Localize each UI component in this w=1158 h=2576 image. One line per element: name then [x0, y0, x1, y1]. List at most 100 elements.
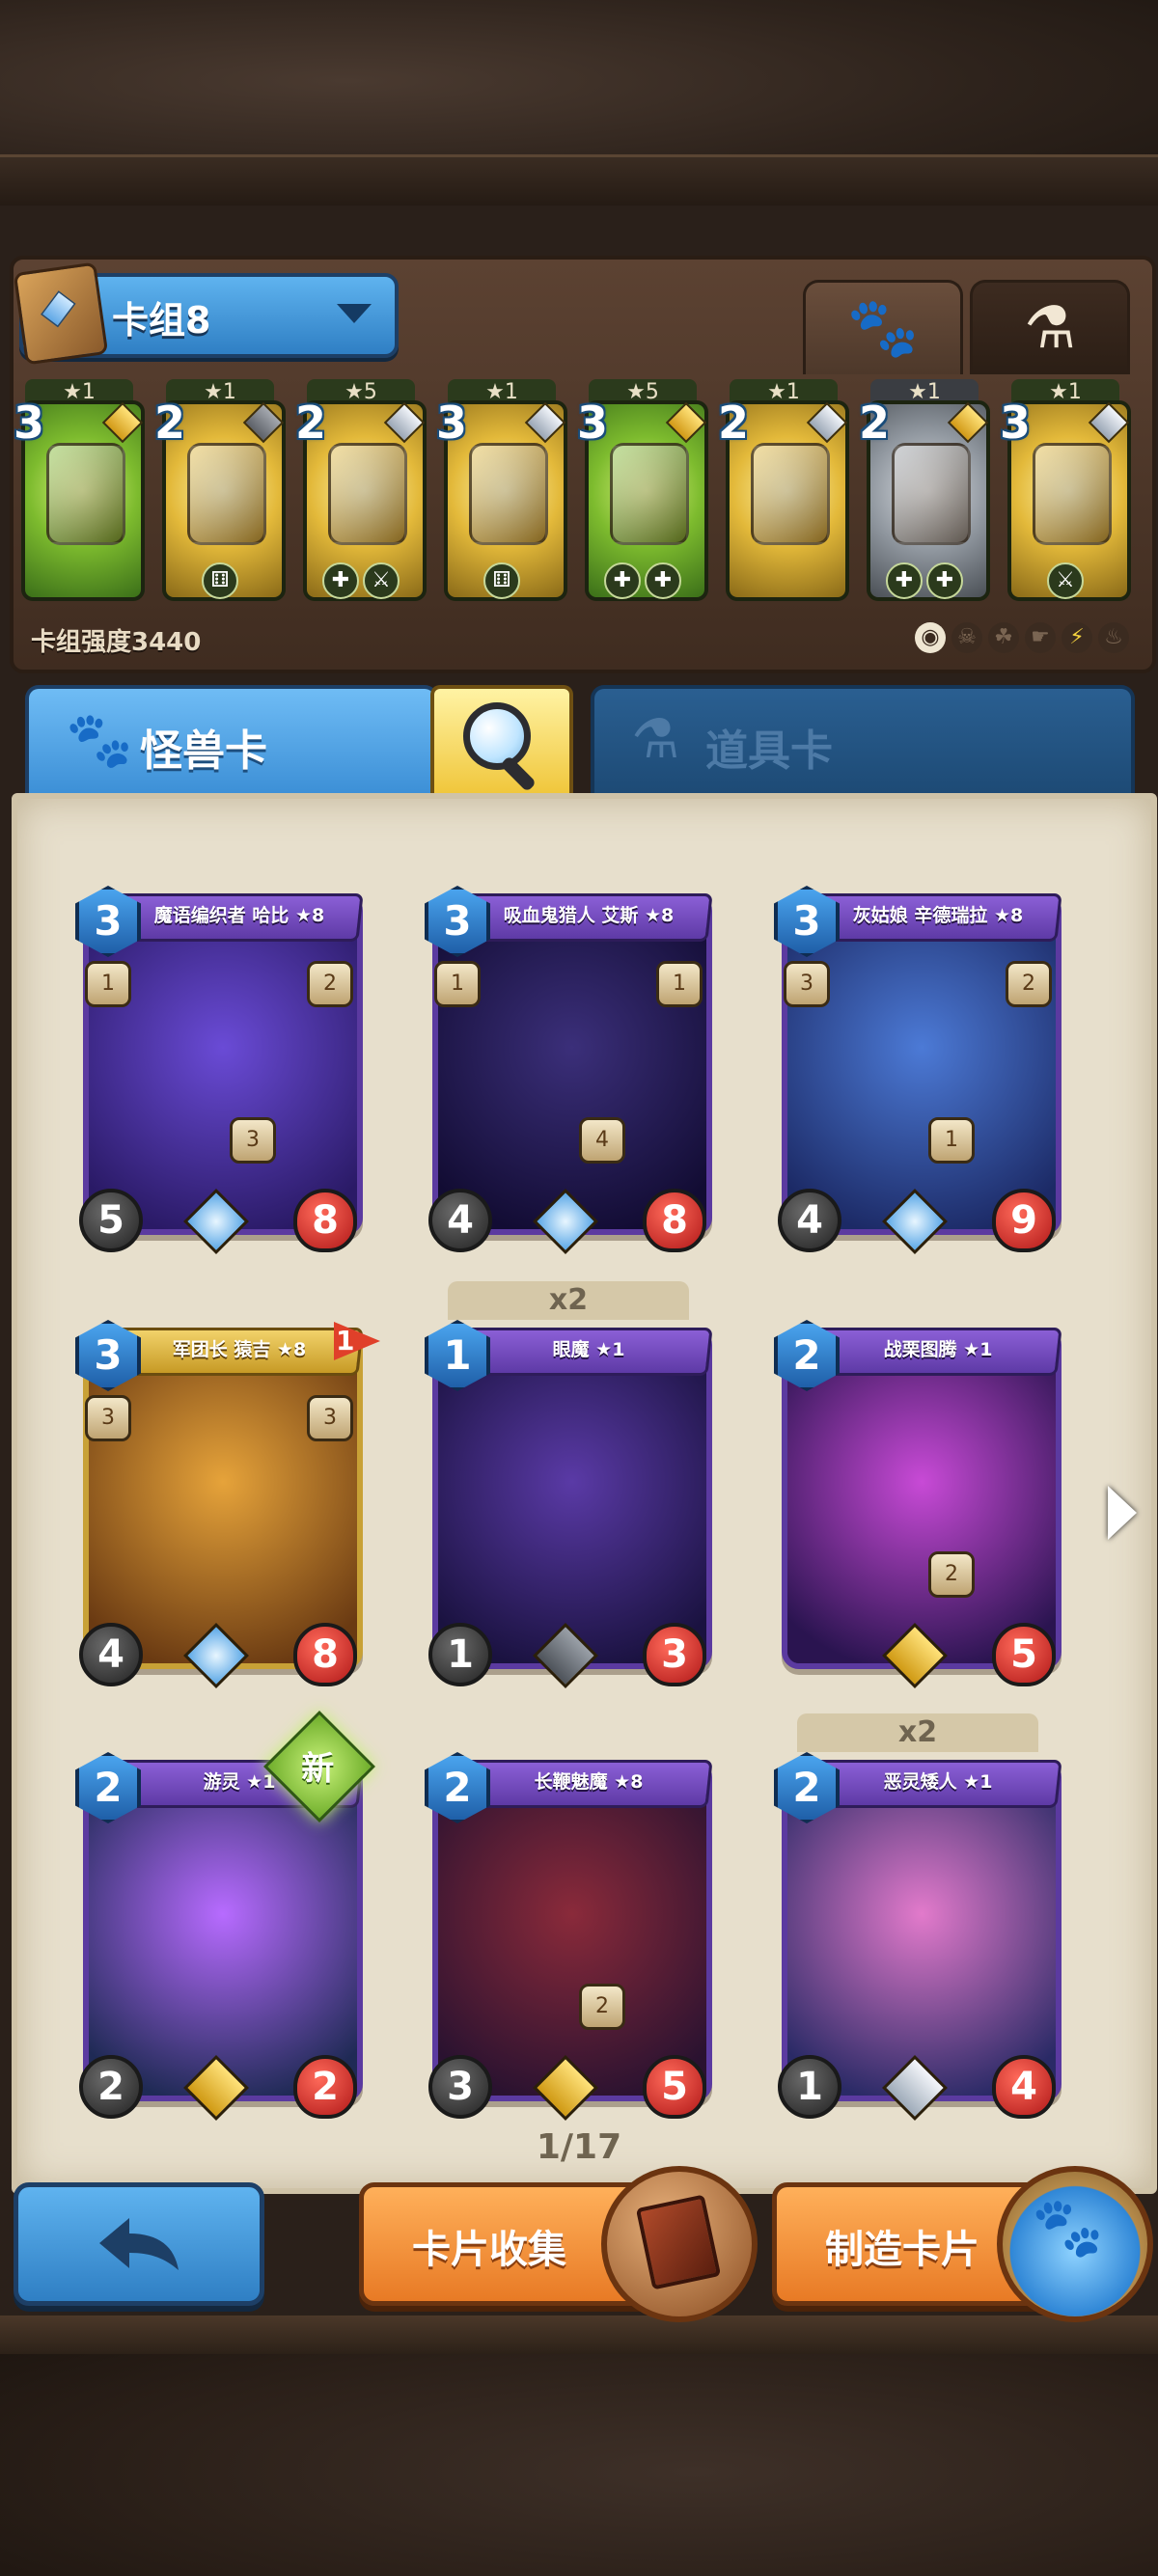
monster-card[interactable]: 军团长 猿吉 ★8 3 4 8 1 3 3 [75, 1314, 380, 1688]
deck-card[interactable]: ★1 2 [718, 379, 849, 611]
card-art [438, 1333, 706, 1663]
trait-icon: ⚔ [1047, 562, 1084, 599]
deck-card[interactable]: ★1 2 ✚ ✚ [859, 379, 990, 611]
deck-card-traits: ⚅ [450, 562, 554, 601]
monster-card[interactable]: 吸血鬼猎人 艾斯 ★8 3 4 8 1 1 4 [425, 880, 714, 1254]
tab-monster-cards[interactable]: 🐾 怪兽卡 [25, 685, 438, 795]
card-count-badge: x2 [797, 1713, 1038, 1752]
craft-card-label: 制造卡片 [825, 2228, 979, 2272]
monster-card[interactable]: 魔语编织者 哈比 ★8 3 5 8 1 2 3 [75, 880, 365, 1254]
back-button[interactable] [14, 2182, 264, 2306]
card-name: 恶灵矮人 ★1 [883, 1771, 993, 1793]
faction-filter-icon[interactable]: ☠ [951, 622, 982, 653]
paw-potion-icon: 🐾 [997, 2166, 1153, 2322]
deck-card[interactable]: ★1 2 ⚅ [154, 379, 286, 611]
card-attack: 2 [79, 2055, 143, 2119]
card-attack: 1 [778, 2055, 841, 2119]
faction-filter-icon[interactable]: ⚡ [1062, 622, 1092, 653]
card-name: 战栗图腾 ★1 [883, 1339, 993, 1360]
faction-filter-icon[interactable]: ◉ [915, 622, 946, 653]
deck-card-list: ★1 3 ★1 2 ⚅ ★5 2 ✚ ⚔ ★1 3 ⚅ ★5 3 ✚ ✚ ★1 2 ★1 2 ✚ ✚ ★1 3 ⚔ [14, 379, 1141, 611]
trait-icon: ✚ [886, 562, 923, 599]
deck-card-cost: 2 [718, 397, 750, 449]
card-name: 吸血鬼猎人 艾斯 ★8 [503, 905, 675, 926]
search-button[interactable] [430, 685, 573, 795]
monster-card[interactable]: 长鞭魅魔 ★8 2 3 5 2 [425, 1746, 714, 2121]
card-attack: 4 [428, 1189, 492, 1252]
trait-icon: ✚ [322, 562, 359, 599]
deck-card-traits: ✚ ✚ [872, 562, 977, 601]
deck-card-traits: ⚅ [168, 562, 272, 601]
card-name: 长鞭魅魔 ★8 [534, 1771, 644, 1793]
tab-item-label: 道具卡 [705, 726, 833, 776]
chevron-down-icon [337, 304, 372, 323]
faction-filter-icon[interactable]: ☛ [1025, 622, 1056, 653]
deck-card-cost: 2 [154, 397, 186, 449]
deck-selector-label: 卡组8 [112, 299, 211, 342]
skill-icon: 1 [656, 961, 703, 1007]
skill-icon: 2 [307, 961, 353, 1007]
card-attack: 4 [778, 1189, 841, 1252]
card-art [787, 1333, 1056, 1663]
potion-icon: ⚗ [631, 708, 680, 771]
potion-icon: ⚗ [1024, 294, 1076, 362]
new-badge-label: 新 [301, 1749, 335, 1789]
deck-selector[interactable]: 卡组8 [13, 261, 399, 366]
tab-item-cards[interactable]: ⚗ 道具卡 [591, 685, 1135, 795]
paw-icon: 🐾 [66, 709, 133, 772]
search-icon [463, 702, 531, 770]
trait-icon: ⚔ [363, 562, 400, 599]
skill-icon: 3 [784, 961, 830, 1007]
skill-icon: 4 [579, 1117, 625, 1164]
card-name: 眼魔 ★1 [552, 1339, 625, 1360]
card-art [438, 899, 706, 1229]
monster-card[interactable]: x2 眼魔 ★1 1 1 3 [425, 1281, 714, 1688]
deck-card-cost: 2 [295, 397, 327, 449]
deck-card-traits: ✚ ✚ [591, 562, 695, 601]
skill-icon: 2 [1006, 961, 1052, 1007]
trait-icon: ⚅ [202, 562, 238, 599]
card-health: 8 [643, 1189, 706, 1252]
monster-card[interactable]: 游灵 ★1 2 2 2 新 [75, 1711, 375, 2121]
card-collection-label: 卡片收集 [412, 2228, 566, 2272]
deck-card-cost: 3 [577, 397, 609, 449]
card-health: 8 [293, 1189, 357, 1252]
deck-card[interactable]: ★1 3 [14, 379, 145, 611]
card-health: 5 [643, 2055, 706, 2119]
card-art [438, 1766, 706, 2096]
faction-filter-icon[interactable]: ☘ [988, 622, 1019, 653]
deck-card[interactable]: ★1 3 ⚔ [1000, 379, 1131, 611]
monster-card[interactable]: 灰姑娘 辛德瑞拉 ★8 3 4 9 3 2 1 [774, 880, 1063, 1254]
card-art [787, 1766, 1056, 2096]
card-collection-button[interactable]: 卡片收集 [359, 2166, 758, 2322]
faction-filter-icon[interactable]: ♨ [1098, 622, 1129, 653]
monster-card[interactable]: x2 恶灵矮人 ★1 2 1 4 [774, 1713, 1063, 2121]
tab-monster-label: 怪兽卡 [140, 726, 267, 776]
trait-icon: ✚ [604, 562, 641, 599]
deck-card-traits [27, 562, 131, 601]
card-attack: 5 [79, 1189, 143, 1252]
deck-card[interactable]: ★5 3 ✚ ✚ [577, 379, 708, 611]
deck-card[interactable]: ★5 2 ✚ ⚔ [295, 379, 427, 611]
deck-power: 卡组强度3440 [31, 628, 202, 657]
skill-icon: 1 [85, 961, 131, 1007]
skill-icon: 1 [434, 961, 481, 1007]
deck-tab-monster[interactable]: 🐾 [803, 280, 963, 374]
skill-icon: 1 [928, 1117, 975, 1164]
deck-card[interactable]: ★1 3 ⚅ [436, 379, 567, 611]
deck-tab-item[interactable]: ⚗ [970, 280, 1130, 374]
card-health: 3 [643, 1623, 706, 1686]
craft-card-button[interactable]: 制造卡片 🐾 [772, 2166, 1153, 2322]
deck-card-traits [731, 562, 836, 601]
card-attack: 1 [428, 1623, 492, 1686]
card-book-icon [601, 2166, 758, 2322]
skill-icon: 2 [928, 1551, 975, 1598]
skill-icon: 3 [307, 1395, 353, 1441]
top-background [0, 0, 1158, 206]
faction-filter-row: ◉ ☠ ☘ ☛ ⚡ ♨ [909, 622, 1129, 657]
card-name: 魔语编织者 哈比 ★8 [153, 905, 325, 926]
deck-card-cost: 3 [1000, 397, 1032, 449]
next-page-arrow-icon[interactable] [1108, 1486, 1137, 1540]
skill-icon: 2 [579, 1984, 625, 2030]
monster-card[interactable]: 战栗图腾 ★1 2 5 2 [774, 1314, 1063, 1688]
